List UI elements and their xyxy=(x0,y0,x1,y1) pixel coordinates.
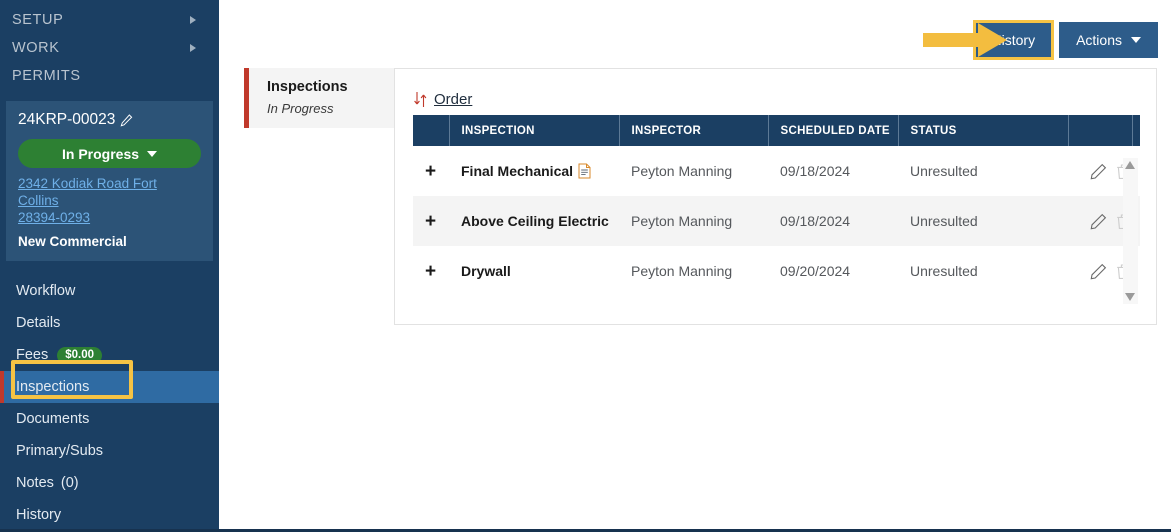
cell-status: Unresulted xyxy=(898,196,1068,246)
expand-row-icon[interactable]: + xyxy=(425,211,436,232)
notes-count: (0) xyxy=(60,475,79,491)
cell-inspection: Final Mechanical xyxy=(449,146,619,196)
sidebar-top-nav: SETUP WORK PERMITS xyxy=(0,0,219,90)
chevron-right-icon xyxy=(190,16,196,24)
cell-scheduled-date: 09/20/2024 xyxy=(768,246,898,296)
sidebar-item-label: Workflow xyxy=(16,283,76,299)
sidebar-item-label: WORK xyxy=(12,40,60,56)
cell-scheduled-date: 09/18/2024 xyxy=(768,196,898,246)
inspection-name: Above Ceiling Electric xyxy=(461,213,609,229)
table-row[interactable]: + Above Ceiling Electric Peyton Manning … xyxy=(413,196,1140,246)
expand-row-icon[interactable]: + xyxy=(425,261,436,282)
cell-inspector: Peyton Manning xyxy=(619,196,768,246)
sidebar-item-label: Details xyxy=(16,315,61,331)
cell-status: Unresulted xyxy=(898,146,1068,196)
table-scrollbar[interactable] xyxy=(1123,158,1138,304)
document-icon[interactable] xyxy=(578,163,591,179)
column-header-actions xyxy=(1068,115,1133,146)
permit-id-row: 24KRP-00023 xyxy=(18,111,201,129)
sidebar-item-permits[interactable]: PERMITS xyxy=(0,62,219,90)
table-row[interactable]: + Final Mechanical Peyton Manning 09/18/… xyxy=(413,146,1140,196)
permit-address-line2: 28394-0293 xyxy=(18,210,91,225)
sidebar-item-label: Inspections xyxy=(16,379,90,395)
sidebar-item-work[interactable]: WORK xyxy=(0,34,219,62)
panel-title: Inspections xyxy=(267,79,348,95)
cell-scheduled-date: 09/18/2024 xyxy=(768,146,898,196)
panel-subtitle: In Progress xyxy=(267,101,334,116)
sidebar-section-menu: Workflow Details Fees $0.00 Inspections … xyxy=(0,275,219,529)
sidebar: SETUP WORK PERMITS 24KRP-00023 In Progre… xyxy=(0,0,219,529)
caret-down-icon xyxy=(147,150,158,157)
main-content: History Actions Inspections In Progress … xyxy=(219,0,1171,529)
sidebar-item-label: SETUP xyxy=(12,12,64,28)
sidebar-item-fees[interactable]: Fees $0.00 xyxy=(0,339,219,371)
chevron-right-icon xyxy=(190,44,196,52)
sidebar-item-history[interactable]: History xyxy=(0,499,219,529)
permit-status-label: In Progress xyxy=(61,145,140,162)
sidebar-item-label: Notes xyxy=(16,475,54,491)
inspection-name-wrap: Drywall xyxy=(461,263,511,279)
sidebar-item-documents[interactable]: Documents xyxy=(0,403,219,435)
history-button[interactable]: History xyxy=(972,20,1055,60)
column-header-inspector[interactable]: INSPECTOR xyxy=(619,115,769,146)
expand-row-cell[interactable]: + xyxy=(413,146,449,196)
sidebar-item-label: Documents xyxy=(16,411,90,427)
inspection-name-wrap: Final Mechanical xyxy=(461,163,591,179)
cell-inspection: Drywall xyxy=(449,246,619,296)
sidebar-item-setup[interactable]: SETUP xyxy=(0,6,219,34)
column-header-status[interactable]: STATUS xyxy=(898,115,1069,146)
sidebar-item-details[interactable]: Details xyxy=(0,307,219,339)
expand-row-cell[interactable]: + xyxy=(413,246,449,296)
permit-status-dropdown[interactable]: In Progress xyxy=(18,139,201,168)
permit-address-line1: 2342 Kodiak Road Fort Collins xyxy=(18,176,157,208)
cell-inspector: Peyton Manning xyxy=(619,246,768,296)
table-header-row: INSPECTION INSPECTOR SCHEDULED DATE STAT… xyxy=(413,115,1140,146)
sidebar-item-primary-subs[interactable]: Primary/Subs xyxy=(0,435,219,467)
scroll-up-arrow-icon[interactable] xyxy=(1125,161,1135,169)
sidebar-item-notes[interactable]: Notes (0) xyxy=(0,467,219,499)
sidebar-item-label: Fees xyxy=(16,347,49,363)
pencil-icon[interactable] xyxy=(1090,163,1107,180)
column-header-inspection[interactable]: INSPECTION xyxy=(449,115,620,146)
column-header-expand[interactable] xyxy=(413,115,450,146)
actions-button[interactable]: Actions xyxy=(1059,22,1158,58)
expand-row-icon[interactable]: + xyxy=(425,161,436,182)
order-link[interactable]: Order xyxy=(434,91,472,108)
sidebar-item-workflow[interactable]: Workflow xyxy=(0,275,219,307)
inspection-name: Final Mechanical xyxy=(461,163,574,179)
caret-down-icon xyxy=(1131,37,1141,43)
permit-address-link[interactable]: 2342 Kodiak Road Fort Collins 28394-0293 xyxy=(18,175,201,226)
fees-badge: $0.00 xyxy=(57,346,103,364)
pencil-icon[interactable] xyxy=(120,113,133,127)
sidebar-item-inspections[interactable]: Inspections xyxy=(0,371,219,403)
scroll-down-arrow-icon[interactable] xyxy=(1125,293,1135,301)
sort-updown-icon xyxy=(414,91,427,107)
toolbar: History Actions xyxy=(972,20,1158,60)
sidebar-item-label: PERMITS xyxy=(12,68,81,84)
sidebar-item-label: Primary/Subs xyxy=(16,443,104,459)
inspection-name: Drywall xyxy=(461,263,511,279)
inspections-table-card: Order INSPECTION INSPECTOR SCHEDULED DAT… xyxy=(394,68,1157,325)
column-header-scheduled-date[interactable]: SCHEDULED DATE xyxy=(768,115,899,146)
actions-button-label: Actions xyxy=(1076,32,1122,48)
sidebar-item-label: History xyxy=(16,507,62,523)
permit-id: 24KRP-00023 xyxy=(18,111,116,128)
app-window: SETUP WORK PERMITS 24KRP-00023 In Progre… xyxy=(0,0,1171,532)
table-row[interactable]: + Drywall Peyton Manning 09/20/2024 Unre… xyxy=(413,246,1140,296)
column-header-spacer xyxy=(1132,115,1140,146)
cell-inspection: Above Ceiling Electric xyxy=(449,196,619,246)
permit-summary-card: 24KRP-00023 In Progress 2342 Kodiak Road… xyxy=(6,101,213,261)
order-sort-control[interactable]: Order xyxy=(395,69,1156,115)
pencil-icon[interactable] xyxy=(1090,263,1107,280)
cell-status: Unresulted xyxy=(898,246,1068,296)
permit-type: New Commercial xyxy=(18,234,127,249)
expand-row-cell[interactable]: + xyxy=(413,196,449,246)
inspections-table: INSPECTION INSPECTOR SCHEDULED DATE STAT… xyxy=(413,115,1140,296)
pencil-icon[interactable] xyxy=(1090,213,1107,230)
inspection-name-wrap: Above Ceiling Electric xyxy=(461,213,609,229)
cell-inspector: Peyton Manning xyxy=(619,146,768,196)
inspections-panel-tab[interactable]: Inspections In Progress xyxy=(244,68,399,128)
